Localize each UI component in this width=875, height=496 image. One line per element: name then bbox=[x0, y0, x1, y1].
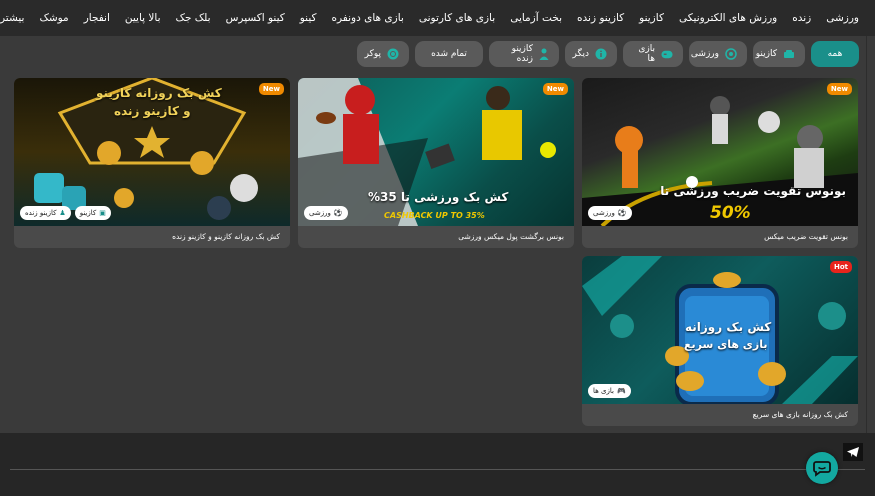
tag-casino: ▣ کازینو bbox=[74, 206, 111, 220]
casino-icon: ▣ bbox=[99, 209, 106, 217]
promo-card-sports-cashback[interactable]: کش بک ورزشی تا 35% CASHBACK UP TO 35% Ne… bbox=[298, 78, 574, 248]
nav-item-live[interactable]: زنده bbox=[785, 12, 819, 24]
badge-new: New bbox=[826, 83, 852, 95]
filter-live-casino[interactable]: کازینو زنده bbox=[489, 41, 559, 67]
nav-item-rocket[interactable]: موشک bbox=[32, 12, 76, 24]
nav-item-hilo[interactable]: بالا پایین bbox=[117, 12, 168, 24]
promo-banner: کش بک روزانه بازی های سریع Hot 🎮 بازی ها bbox=[582, 256, 858, 404]
nav-item-crash[interactable]: انفجار bbox=[76, 12, 117, 24]
gamepad-icon bbox=[661, 48, 673, 60]
filter-finished-label: تمام شده bbox=[431, 49, 467, 59]
tag-label: کازینو زنده bbox=[25, 209, 57, 217]
filter-sports-label: ورزشی bbox=[690, 49, 719, 59]
banner-title-line-1: کش بک روزانه bbox=[685, 320, 772, 334]
banner-subtitle: CASHBACK UP TO 35% bbox=[384, 211, 485, 220]
card-caption: کش بک روزانه بازی های سریع bbox=[752, 410, 848, 419]
filter-games[interactable]: بازی ها bbox=[623, 41, 683, 67]
nav-item-duo-games[interactable]: بازی های دونفره bbox=[324, 12, 411, 24]
dealer-icon: ♟ bbox=[59, 209, 66, 217]
chat-bubble-icon bbox=[813, 461, 831, 477]
footer-divider bbox=[10, 469, 865, 470]
telegram-icon bbox=[847, 447, 859, 457]
banner-title: بونوس تقویت ضریب ورزشی تا bbox=[660, 184, 846, 198]
tag-sports: ⚽ ورزشی bbox=[304, 206, 348, 220]
gamepad-icon: 🎮 bbox=[617, 387, 626, 395]
tag-games: 🎮 بازی ها bbox=[588, 384, 631, 398]
filter-all[interactable]: همه bbox=[811, 41, 859, 67]
card-caption: کش بک روزانه کازینو و کازینو زنده bbox=[172, 232, 280, 241]
filter-poker-label: پوکر bbox=[364, 49, 381, 59]
live-chat-button[interactable] bbox=[806, 452, 838, 484]
soccer-ball-icon: ⚽ bbox=[617, 209, 627, 217]
filter-all-label: همه bbox=[827, 49, 843, 59]
nav-item-esports[interactable]: ورزش های الکترونیکی bbox=[671, 12, 784, 24]
info-icon bbox=[595, 48, 607, 60]
banner-title-line-1: کش بک روزانه کازینو bbox=[96, 86, 222, 100]
filter-live-casino-label: کازینو زنده bbox=[511, 44, 533, 64]
filter-poker[interactable]: پوکر bbox=[357, 41, 409, 67]
casino-icon bbox=[783, 48, 795, 60]
card-tags: 🎮 بازی ها bbox=[588, 384, 631, 398]
card-caption: بونس تقویت ضریب میکس bbox=[764, 232, 848, 241]
card-caption: بونس برگشت پول میکس ورزشی bbox=[458, 232, 564, 241]
banner-title-line-2: بازی های سریع bbox=[684, 338, 768, 351]
filter-casino[interactable]: کازینو bbox=[753, 41, 805, 67]
banner-value: 50% bbox=[710, 203, 751, 223]
nav-item-cartoon-games[interactable]: بازی های کارتونی bbox=[411, 12, 502, 24]
nav-item-sports[interactable]: ورزشی bbox=[819, 12, 875, 24]
promo-card-casino-cashback[interactable]: کش بک روزانه کازینو و کازینو زنده New ▣ ک… bbox=[14, 78, 290, 248]
filter-games-label: بازی ها bbox=[638, 44, 655, 64]
promo-card-odds-boost[interactable]: بونوس تقویت ضریب ورزشی تا 50% New ⚽ ورزشی… bbox=[582, 78, 858, 248]
card-tags: ⚽ ورزشی bbox=[588, 206, 632, 220]
scroll-gutter bbox=[866, 34, 867, 434]
dealer-icon bbox=[539, 48, 549, 60]
card-tags: ⚽ ورزشی bbox=[304, 206, 348, 220]
tag-label: بازی ها bbox=[593, 387, 614, 395]
filter-casino-label: کازینو bbox=[755, 49, 777, 59]
nav-item-casino[interactable]: کازینو bbox=[632, 12, 672, 24]
tag-live-casino: ♟ کازینو زنده bbox=[20, 206, 71, 220]
promo-card-fast-games-cashback[interactable]: کش بک روزانه بازی های سریع Hot 🎮 بازی ها … bbox=[582, 256, 858, 426]
soccer-ball-icon: ⚽ bbox=[333, 209, 343, 217]
promo-banner: کش بک ورزشی تا 35% CASHBACK UP TO 35% Ne… bbox=[298, 78, 574, 226]
badge-new: New bbox=[258, 83, 284, 95]
banner-title: کش بک ورزشی تا 35% bbox=[368, 190, 509, 204]
promo-banner: کش بک روزانه کازینو و کازینو زنده New ▣ ک… bbox=[14, 78, 290, 226]
filter-other[interactable]: دیگر bbox=[565, 41, 617, 67]
filter-other-label: دیگر bbox=[572, 49, 589, 59]
category-filters: همه کازینو ورزشی بازی ها دیگر کازینو زند… bbox=[0, 40, 875, 68]
filter-sports[interactable]: ورزشی bbox=[689, 41, 747, 67]
top-navigation: ورزشی زنده ورزش های الکترونیکی کازینو کا… bbox=[0, 0, 875, 36]
tag-sports: ⚽ ورزشی bbox=[588, 206, 632, 220]
nav-item-keno-express[interactable]: کینو اکسپرس bbox=[218, 12, 292, 24]
badge-new: New bbox=[542, 83, 568, 95]
nav-item-lottery[interactable]: بخت آزمایی bbox=[503, 12, 570, 24]
banner-title-line-2: و کازینو زنده bbox=[114, 104, 191, 118]
tag-label: کازینو bbox=[79, 209, 97, 217]
footer bbox=[0, 433, 875, 496]
filter-finished[interactable]: تمام شده bbox=[415, 41, 483, 67]
poker-chip-icon bbox=[387, 48, 399, 60]
nav-item-live-casino[interactable]: کازینو زنده bbox=[570, 12, 632, 24]
tag-label: ورزشی bbox=[309, 209, 331, 217]
soccer-ball-icon bbox=[725, 48, 737, 60]
nav-item-blackjack[interactable]: بلک جک bbox=[168, 12, 218, 24]
badge-hot: Hot bbox=[829, 261, 852, 273]
promo-banner: بونوس تقویت ضریب ورزشی تا 50% New ⚽ ورزشی bbox=[582, 78, 858, 226]
telegram-button[interactable] bbox=[843, 443, 863, 461]
card-tags: ▣ کازینو ♟ کازینو زنده bbox=[20, 206, 111, 220]
nav-item-more[interactable]: بیشتر bbox=[0, 12, 32, 24]
tag-label: ورزشی bbox=[593, 209, 615, 217]
nav-item-keno[interactable]: کینو bbox=[292, 12, 324, 24]
